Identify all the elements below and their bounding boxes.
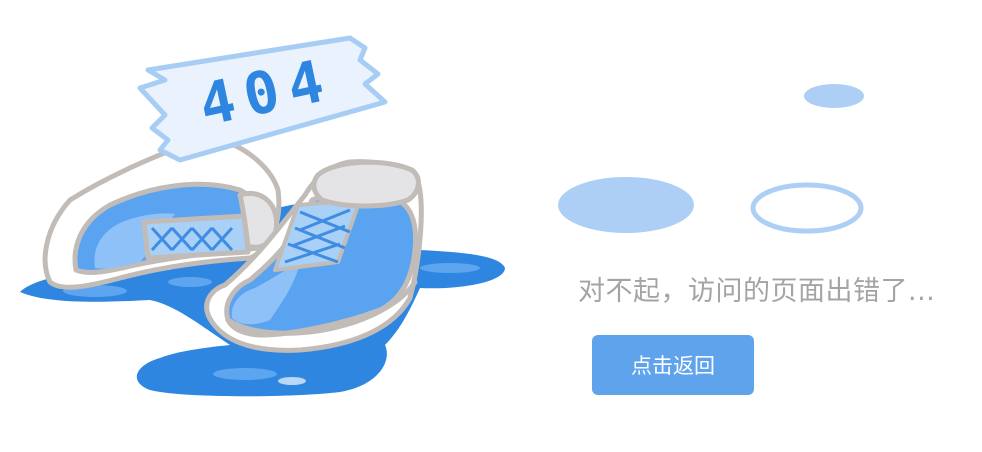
error-page: 404 对不起，访问的页面出错了... 点击返回 [0,0,982,452]
ring-bubble [750,182,864,234]
error-message: 对不起，访问的页面出错了... [578,276,936,307]
back-button[interactable]: 点击返回 [592,335,754,395]
404-tag: 404 [137,35,388,163]
large-bubble [558,177,694,233]
small-bubble [804,84,864,108]
sneakers-illustration: 404 [20,35,505,397]
bubble-decoration [558,84,864,234]
